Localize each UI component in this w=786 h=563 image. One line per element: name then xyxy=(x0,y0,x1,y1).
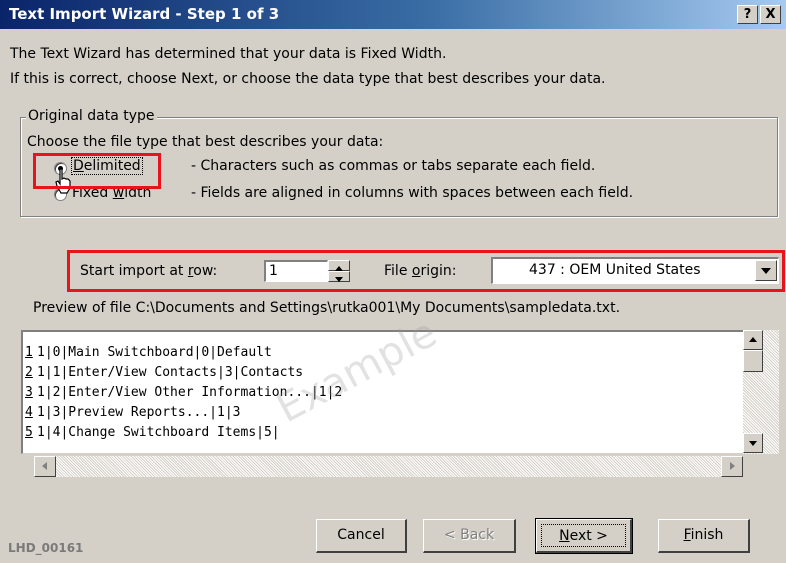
finish-label-post: inish xyxy=(690,527,724,543)
file-type-prompt: Choose the file type that best describes… xyxy=(27,134,384,150)
arrow-down-icon xyxy=(749,441,757,446)
back-button[interactable]: < Back xyxy=(423,519,516,553)
window-title: Text Import Wizard - Step 1 of 3 xyxy=(9,5,280,23)
close-button[interactable]: X xyxy=(760,5,781,24)
title-bar[interactable]: Text Import Wizard - Step 1 of 3 ? X xyxy=(0,0,786,29)
scroll-down-button[interactable] xyxy=(743,433,763,453)
vertical-scrollbar[interactable] xyxy=(743,330,779,454)
next-accelerator: N xyxy=(559,528,570,544)
next-button[interactable]: Next > xyxy=(535,518,633,554)
row-text: 1|0|Main Switchboard|0|Default xyxy=(37,345,272,360)
row-text: 1|3|Preview Reports...|1|3 xyxy=(37,405,241,420)
intro-line-1: The Text Wizard has determined that your… xyxy=(10,46,447,62)
image-id-label: LHD_00161 xyxy=(8,541,84,555)
scroll-left-button[interactable] xyxy=(34,456,56,477)
preview-row: 5 1|4|Change Switchboard Items|5| xyxy=(25,422,280,443)
intro-line-2: If this is correct, choose Next, or choo… xyxy=(10,71,606,87)
preview-row: 1 1|0|Main Switchboard|0|Default xyxy=(25,342,272,363)
finish-button[interactable]: Finish xyxy=(658,519,750,553)
row-text: 1|1|Enter/View Contacts|3|Contacts xyxy=(37,365,304,380)
arrow-up-icon xyxy=(749,337,757,342)
help-button[interactable]: ? xyxy=(737,5,758,24)
arrow-right-icon xyxy=(730,462,735,470)
preview-row: 2 1|1|Enter/View Contacts|3|Contacts xyxy=(25,362,303,383)
row-number: 1 xyxy=(25,345,33,360)
preview-label: Preview of file C:\Documents and Setting… xyxy=(33,300,621,316)
import-settings-highlight-box xyxy=(67,250,785,292)
row-number: 5 xyxy=(25,425,33,440)
scroll-right-button[interactable] xyxy=(721,456,743,477)
text-import-wizard-dialog: Text Import Wizard - Step 1 of 3 ? X The… xyxy=(0,0,786,563)
row-number: 2 xyxy=(25,365,33,380)
row-number: 3 xyxy=(25,385,33,400)
scroll-thumb[interactable] xyxy=(743,350,763,372)
scroll-up-button[interactable] xyxy=(743,330,763,350)
horizontal-scrollbar[interactable] xyxy=(34,456,743,477)
fixed-width-description: - Fields are aligned in columns with spa… xyxy=(191,185,634,201)
delimited-description: - Characters such as commas or tabs sepa… xyxy=(191,158,596,174)
next-label-post: ext > xyxy=(569,528,608,544)
arrow-left-icon xyxy=(42,462,47,470)
row-text: 1|4|Change Switchboard Items|5| xyxy=(37,425,280,440)
row-number: 4 xyxy=(25,405,33,420)
cancel-button[interactable]: Cancel xyxy=(316,519,407,553)
next-focus-ring: Next > xyxy=(541,524,626,547)
preview-row: 4 1|3|Preview Reports...|1|3 xyxy=(25,402,241,423)
group-legend: Original data type xyxy=(26,108,157,124)
delimited-highlight-box xyxy=(33,153,161,189)
finish-accelerator: F xyxy=(683,527,691,543)
